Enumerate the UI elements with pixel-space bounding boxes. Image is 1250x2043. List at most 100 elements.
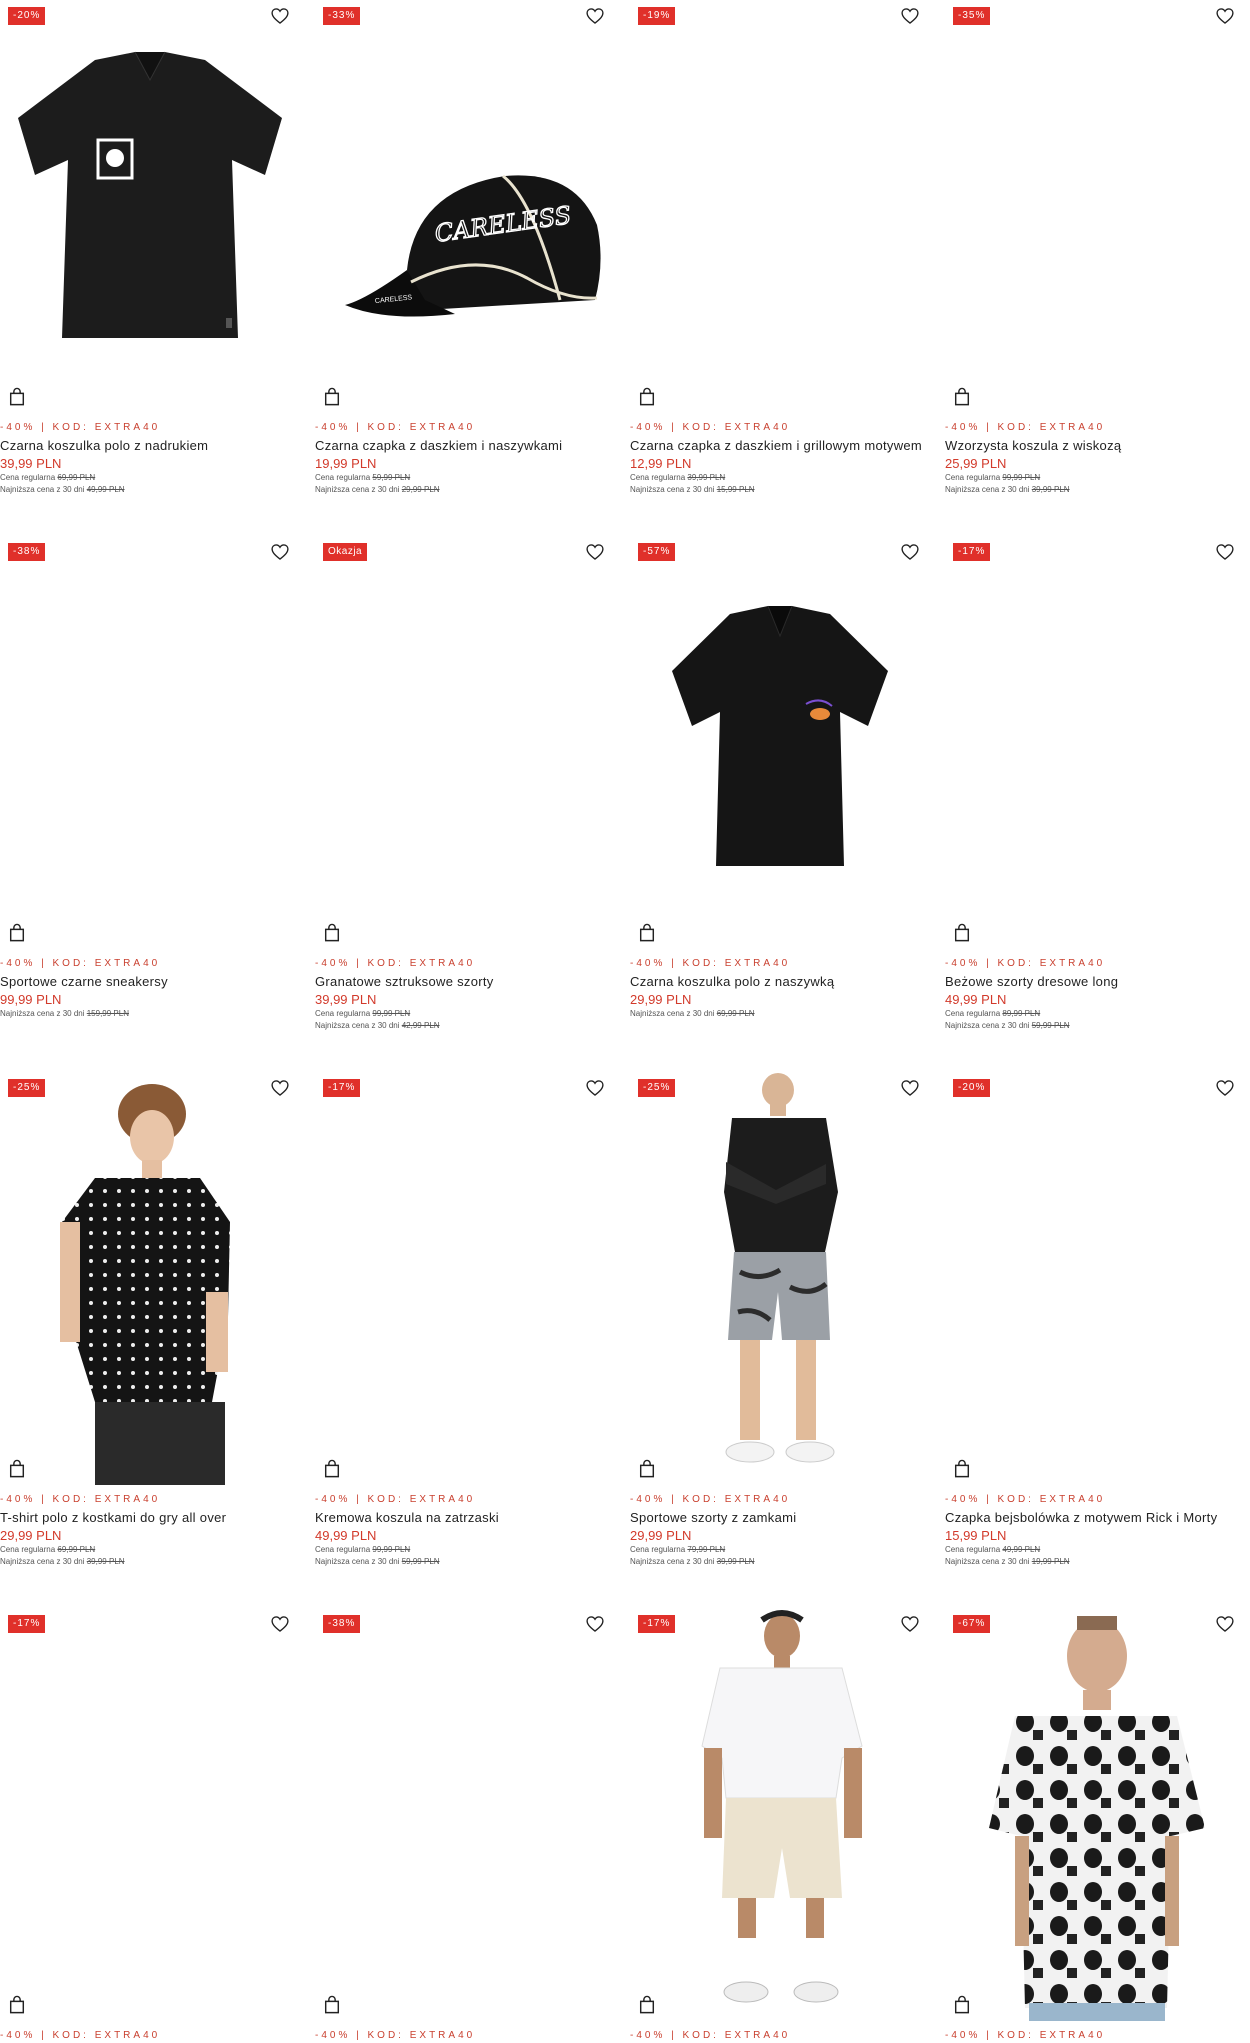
shopping-bag-icon[interactable] <box>8 923 26 943</box>
shopping-bag-icon[interactable] <box>953 923 971 943</box>
product-card[interactable]: -35% -40% | KOD: EXTRA40 Wzorzysta koszu… <box>945 0 1245 496</box>
product-card[interactable]: -38% -40% | KOD: EXTRA40 Sportowe czarne… <box>0 536 300 1020</box>
product-image[interactable]: -20% <box>0 0 300 413</box>
product-card[interactable]: -20% -40% | KOD: EXTRA40 Czapka bejsboló… <box>945 1072 1245 1568</box>
product-image[interactable]: -25% <box>0 1072 300 1485</box>
product-name[interactable]: Czapka bejsbolówka z motywem Rick i Mort… <box>945 1510 1245 1526</box>
heart-icon[interactable] <box>1215 1614 1235 1634</box>
shopping-bag-icon[interactable] <box>953 1995 971 2015</box>
heart-icon[interactable] <box>270 1614 290 1634</box>
lowest-price-label: Najniższa cena z 30 dni <box>315 1557 400 1566</box>
product-name[interactable]: Czarna koszulka polo z nadrukiem <box>0 438 300 454</box>
shopping-bag-icon[interactable] <box>638 387 656 407</box>
product-price: 29,99 PLN <box>630 1528 692 1543</box>
product-card[interactable]: -19% -40% | KOD: EXTRA40 Czarna czapka z… <box>630 0 930 496</box>
heart-icon[interactable] <box>1215 1078 1235 1098</box>
product-image[interactable]: -57% <box>630 536 930 949</box>
product-image[interactable]: -25% <box>630 1072 930 1485</box>
product-price: 25,99 PLN <box>945 456 1007 471</box>
regular-price-line: Cena regularna 49,99 PLN <box>945 1544 1245 1556</box>
product-card[interactable]: -25% -40% | KOD: EXTRA40 Sportowe szorty… <box>630 1072 930 1568</box>
product-name[interactable]: Sportowe szorty z zamkami <box>630 1510 930 1526</box>
product-info: -40% | KOD: EXTRA40 <box>630 2029 930 2042</box>
product-image[interactable]: -19% <box>630 0 930 413</box>
product-card[interactable]: -38% -40% | KOD: EXTRA40 <box>315 1608 615 2043</box>
product-name[interactable]: Czarna czapka z daszkiem i grillowym mot… <box>630 438 930 454</box>
product-card[interactable]: -67% -40% | KOD: EXTRA40 <box>945 1608 1245 2043</box>
product-price: 29,99 PLN <box>0 1528 62 1543</box>
heart-icon[interactable] <box>585 1614 605 1634</box>
product-card[interactable]: -17% -40% | KOD: EXTRA40 <box>630 1608 930 2043</box>
product-image[interactable]: -38% <box>0 536 300 949</box>
product-image[interactable]: -35% <box>945 0 1245 413</box>
lowest-price: 69,99 PLN <box>716 1009 755 1018</box>
product-image[interactable]: Okazja <box>315 536 615 949</box>
heart-icon[interactable] <box>900 6 920 26</box>
product-price: 49,99 PLN <box>315 1528 377 1543</box>
product-name[interactable]: Beżowe szorty dresowe long <box>945 974 1245 990</box>
regular-price-line: Cena regularna 39,99 PLN <box>630 472 930 484</box>
product-image[interactable]: -67% <box>945 1608 1245 2021</box>
shopping-bag-icon[interactable] <box>323 387 341 407</box>
discount-badge: -38% <box>323 1615 361 1633</box>
product-name[interactable]: Czarna czapka z daszkiem i naszywkami <box>315 438 615 454</box>
shopping-bag-icon[interactable] <box>638 1459 656 1479</box>
shopping-bag-icon[interactable] <box>953 1459 971 1479</box>
heart-icon[interactable] <box>270 542 290 562</box>
shopping-bag-icon[interactable] <box>953 387 971 407</box>
shopping-bag-icon[interactable] <box>323 923 341 943</box>
heart-icon[interactable] <box>1215 6 1235 26</box>
heart-icon[interactable] <box>1215 542 1235 562</box>
product-image[interactable]: -17% <box>315 1072 615 1485</box>
heart-icon[interactable] <box>585 542 605 562</box>
lowest-price: 15,99 PLN <box>716 485 755 494</box>
heart-icon[interactable] <box>900 542 920 562</box>
shopping-bag-icon[interactable] <box>323 1459 341 1479</box>
product-image[interactable]: -17% <box>945 536 1245 949</box>
heart-icon[interactable] <box>270 1078 290 1098</box>
shopping-bag-icon[interactable] <box>638 923 656 943</box>
product-card[interactable]: -20% -40% | KOD: EXTRA40 Czarna koszulka… <box>0 0 300 496</box>
product-price: 39,99 PLN <box>315 992 377 1007</box>
regular-price-label: Cena regularna <box>315 473 371 482</box>
heart-icon[interactable] <box>900 1614 920 1634</box>
product-card[interactable]: -25% -40% | KOD: EXTRA40 T-shirt polo z … <box>0 1072 300 1568</box>
shopping-bag-icon[interactable] <box>8 1459 26 1479</box>
product-card[interactable]: CARELESS CARELESS -33% -40% | KOD: EXTRA4… <box>315 0 615 496</box>
discount-badge: -17% <box>638 1615 676 1633</box>
product-card[interactable]: -17% -40% | KOD: EXTRA40 Kremowa koszula… <box>315 1072 615 1568</box>
heart-icon[interactable] <box>270 6 290 26</box>
product-name[interactable]: Czarna koszulka polo z naszywką <box>630 974 930 990</box>
heart-icon[interactable] <box>585 1078 605 1098</box>
product-name[interactable]: Kremowa koszula na zatrzaski <box>315 1510 615 1526</box>
product-card[interactable]: -17% -40% | KOD: EXTRA40 <box>0 1608 300 2043</box>
discount-badge: -20% <box>8 7 46 25</box>
regular-price: 99,99 PLN <box>372 1545 411 1554</box>
product-name[interactable]: Sportowe czarne sneakersy <box>0 974 300 990</box>
regular-price-label: Cena regularna <box>630 1545 686 1554</box>
lowest-price-line: Najniższa cena z 30 dni 59,99 PLN <box>945 1020 1245 1032</box>
product-card[interactable]: Okazja -40% | KOD: EXTRA40 Granatowe szt… <box>315 536 615 1032</box>
lowest-price-label: Najniższa cena z 30 dni <box>0 485 85 494</box>
product-name[interactable]: T-shirt polo z kostkami do gry all over <box>0 1510 300 1526</box>
shopping-bag-icon[interactable] <box>8 387 26 407</box>
shopping-bag-icon[interactable] <box>323 1995 341 2015</box>
heart-icon[interactable] <box>900 1078 920 1098</box>
product-card[interactable]: -57% -40% | KOD: EXTRA40 Czarna koszulka… <box>630 536 930 1020</box>
product-name[interactable]: Granatowe sztruksowe szorty <box>315 974 615 990</box>
heart-icon[interactable] <box>585 6 605 26</box>
shopping-bag-icon[interactable] <box>638 1995 656 2015</box>
product-card[interactable]: -17% -40% | KOD: EXTRA40 Beżowe szorty d… <box>945 536 1245 1032</box>
lowest-price: 29,99 PLN <box>401 485 440 494</box>
discount-badge: -19% <box>638 7 676 25</box>
product-image[interactable]: CARELESS CARELESS -33% <box>315 0 615 413</box>
product-image[interactable]: -20% <box>945 1072 1245 1485</box>
product-image[interactable]: -17% <box>630 1608 930 2021</box>
shopping-bag-icon[interactable] <box>8 1995 26 2015</box>
lowest-price-line: Najniższa cena z 30 dni 29,99 PLN <box>315 484 615 496</box>
discount-badge: -25% <box>8 1079 46 1097</box>
product-image[interactable]: -17% <box>0 1608 300 2021</box>
product-image[interactable]: -38% <box>315 1608 615 2021</box>
product-info: -40% | KOD: EXTRA40 Sportowe czarne snea… <box>0 957 300 1020</box>
product-name[interactable]: Wzorzysta koszula z wiskozą <box>945 438 1245 454</box>
